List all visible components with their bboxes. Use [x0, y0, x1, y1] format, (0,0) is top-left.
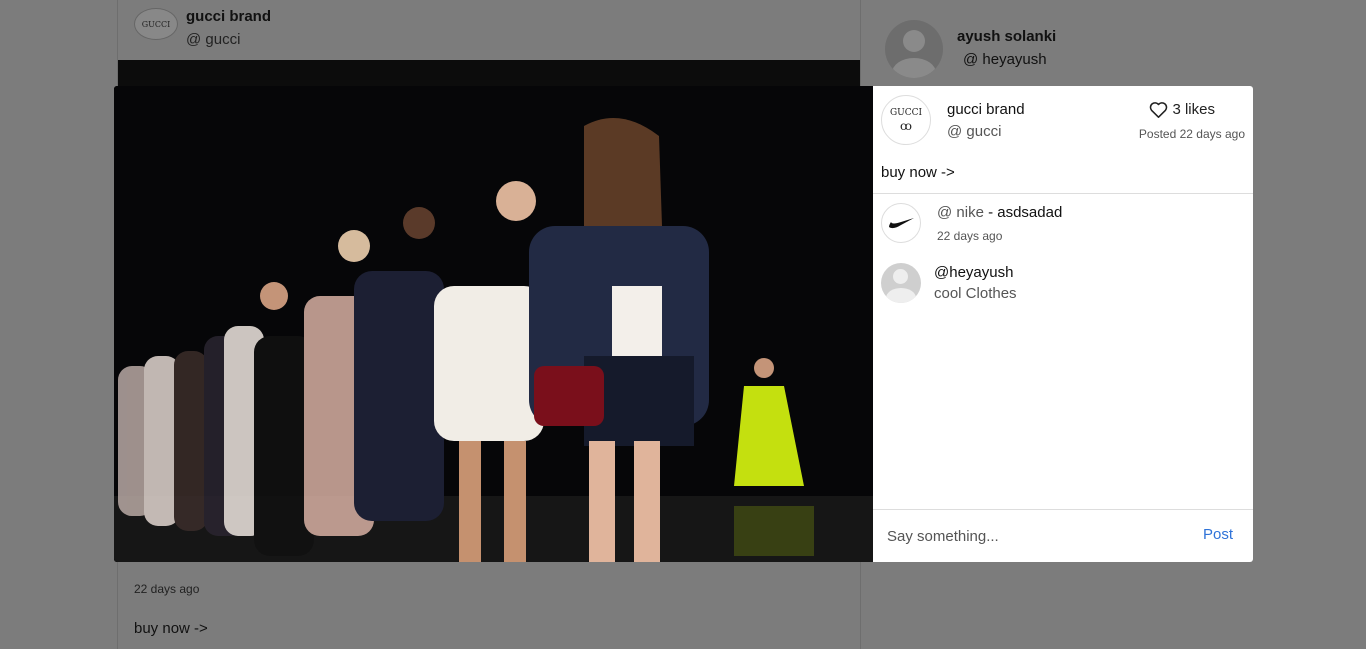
- feed-post-time: 22 days ago: [134, 582, 200, 596]
- post-modal: GUCCI ꝏ gucci brand @ gucci 3 likes Post…: [114, 86, 1253, 562]
- feed-post-caption: buy now ->: [134, 620, 208, 637]
- post-header: GUCCI ꝏ gucci brand @ gucci 3 likes Post…: [881, 95, 1245, 145]
- comment-user[interactable]: @heyayush: [934, 264, 1017, 281]
- comment-form: Post: [873, 509, 1253, 562]
- user-avatar-icon[interactable]: [881, 263, 921, 303]
- posted-time: Posted 22 days ago: [1138, 127, 1245, 141]
- comment-user[interactable]: @ nike: [937, 204, 984, 221]
- comment-text: cool Clothes: [934, 285, 1017, 302]
- comment-input[interactable]: [887, 520, 1177, 552]
- post-brand-handle: @ gucci: [947, 123, 1002, 140]
- divider: [873, 193, 1253, 194]
- nike-avatar[interactable]: [881, 203, 921, 243]
- feed-post-header: GUCCI gucci brand @ gucci: [134, 8, 271, 48]
- brand-logo-text: GUCCI: [889, 107, 923, 118]
- brand-avatar[interactable]: GUCCI ꝏ: [881, 95, 931, 145]
- likes-count: 3 likes: [1172, 101, 1215, 118]
- profile-card: ayush solanki @ heyayush: [885, 20, 1056, 78]
- post-detail-panel: GUCCI ꝏ gucci brand @ gucci 3 likes Post…: [873, 86, 1253, 562]
- post-image: [114, 86, 873, 562]
- feed-brand-handle: @ gucci: [186, 31, 241, 48]
- brand-avatar[interactable]: GUCCI: [134, 8, 178, 40]
- feed-brand-name[interactable]: gucci brand: [186, 8, 271, 25]
- brand-logo-text: GUCCI: [141, 19, 171, 29]
- gucci-logo-icon: ꝏ: [900, 118, 912, 133]
- profile-name[interactable]: ayush solanki: [957, 28, 1056, 45]
- post-brand-name[interactable]: gucci brand: [947, 101, 1025, 118]
- likes-button[interactable]: 3 likes: [1149, 101, 1215, 118]
- comment-item: @heyayush cool Clothes: [881, 263, 1017, 303]
- comment-text: - asdsadad: [983, 204, 1063, 221]
- user-avatar-icon[interactable]: [885, 20, 943, 78]
- profile-handle: @ heyayush: [963, 51, 1047, 68]
- comment-item: @ nike - asdsadad 22 days ago: [881, 203, 1062, 243]
- comment-time: 22 days ago: [937, 229, 1003, 243]
- post-comment-button[interactable]: Post: [1203, 526, 1233, 543]
- heart-icon[interactable]: [1149, 101, 1168, 118]
- feed-post-image[interactable]: [118, 60, 860, 86]
- nike-logo-icon: [889, 218, 914, 229]
- post-caption: buy now ->: [881, 164, 955, 181]
- runway-photo: [114, 86, 873, 562]
